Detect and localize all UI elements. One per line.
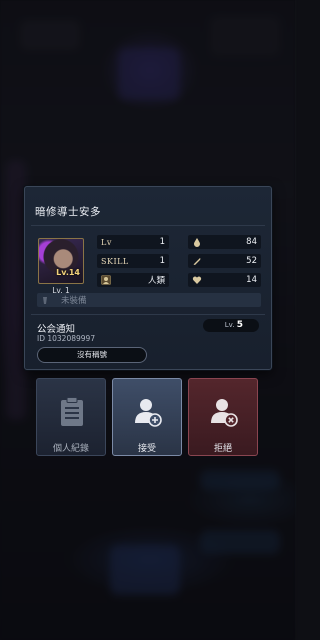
player-info-panel: 暗修導士安多 Lv.14 Lv. 1 Lv 1 SKILL 1 人類 84 52 [24,186,272,370]
equipment-slot[interactable]: 未裝備 [37,293,261,307]
user-remove-icon [211,399,238,427]
stat-race-value: 人類 [147,276,165,286]
document-icon [61,397,83,426]
guild-level-value: 5 [236,320,243,330]
guild-id: ID 1032089997 [37,334,96,343]
stat-1: 84 [188,235,261,249]
equipment-placeholder: 未裝備 [61,296,87,306]
reject-button[interactable]: 拒絕 [188,378,258,456]
accept-label: 接受 [137,444,156,454]
stat-lv-label: Lv [101,237,112,247]
player-avatar[interactable]: Lv.14 [38,238,84,284]
guild-level-prefix: Lv. [224,321,235,329]
stat-1-value: 84 [246,237,257,247]
reject-label: 拒絕 [213,444,232,454]
stat-3-value: 14 [246,275,257,285]
stat-2-value: 52 [246,256,257,266]
feather-icon [193,258,201,265]
user-add-icon [135,399,162,427]
stat-2: 52 [188,254,261,268]
personal-record-button[interactable]: 個人紀錄 [36,378,106,456]
player-name: 暗修導士安多 [35,206,101,218]
stat-skill: SKILL 1 [97,254,169,268]
stat-skill-label: SKILL [101,256,129,266]
stat-lv-value: 1 [159,237,165,247]
accept-button[interactable]: 接受 [112,378,182,456]
stat-skill-value: 1 [159,256,165,266]
panel-divider [31,225,265,226]
stat-lv: Lv 1 [97,235,169,249]
stat-race: 人類 [97,273,169,287]
avatar-level-badge: Lv.14 [56,268,80,277]
race-icon [101,275,111,285]
guild-label: 公会通知 [37,324,76,335]
stat-3: 14 [188,273,261,287]
title-button[interactable]: 沒有稱號 [37,347,147,363]
guild-level-badge: Lv. 5 [203,319,259,332]
heart-icon [192,276,202,284]
personal-record-label: 個人紀錄 [52,444,89,454]
drop-icon [194,238,200,247]
panel-divider-2 [31,314,265,315]
equipment-icon [43,297,47,304]
